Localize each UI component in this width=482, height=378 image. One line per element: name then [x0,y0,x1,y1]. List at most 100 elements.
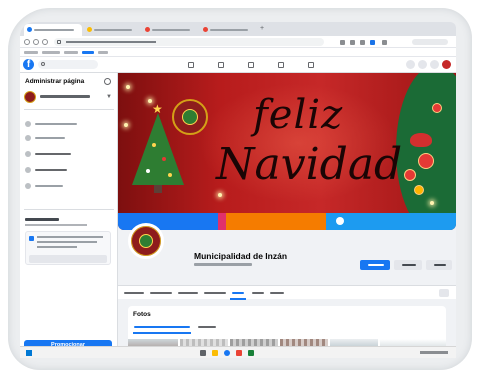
sidebar-item[interactable] [24,133,114,143]
more-options-button[interactable] [439,289,449,297]
bookmark-item[interactable] [98,51,108,54]
bookmark-item[interactable] [24,51,38,54]
facebook-header: f [20,57,456,73]
sidebar-item-icon [25,167,31,173]
bokeh-light [148,99,152,103]
start-icon[interactable] [26,350,32,356]
sidebar-item[interactable] [24,165,114,175]
button-label [434,264,446,266]
facebook-search-input[interactable] [38,60,98,69]
back-icon[interactable] [24,39,30,45]
page-tabs [118,285,456,300]
photos-subtab[interactable] [198,326,216,328]
forward-icon[interactable] [33,39,39,45]
tree-ornament [162,157,166,161]
monitor-screen: + f Administrar página ▼ Promocionar ★ f… [20,22,456,358]
card-action-button[interactable] [29,255,107,263]
photos-subtab-active[interactable] [134,326,190,328]
tab-label [152,29,190,31]
address-bar[interactable] [54,38,324,46]
page-tab[interactable] [178,292,198,294]
tree-ornament [168,173,172,177]
municipal-seal-center [182,109,198,125]
cover-greeting-line2: Navidad [216,139,403,190]
sidebar-item-label [35,123,77,125]
page-tab[interactable] [252,292,264,294]
secondary-action-button[interactable] [394,260,422,270]
browser-tab-facebook[interactable] [24,24,82,36]
gaming-icon[interactable] [308,62,314,68]
notifications-icon[interactable] [430,60,439,69]
facebook-logo-icon[interactable]: f [23,59,34,70]
divider [24,109,114,110]
page-tab[interactable] [124,292,144,294]
profile-button[interactable] [412,39,448,45]
sidebar-item[interactable] [24,149,114,159]
primary-action-button[interactable] [360,260,390,270]
extension-icon[interactable] [350,40,355,45]
extension-icon[interactable] [360,40,365,45]
facebook-favicon-icon [27,27,32,32]
tree-ornament [152,143,156,147]
page-tab[interactable] [204,292,226,294]
page-profile-picture[interactable] [128,223,164,259]
taskbar-clock [420,351,448,354]
sidebar-item[interactable] [24,119,114,129]
sidebar-section-subtitle [25,224,87,226]
taskbar-app-icon[interactable] [236,350,242,356]
page-tab-active[interactable] [232,292,244,294]
sidebar-page-switcher[interactable]: ▼ [24,90,114,104]
account-avatar[interactable] [442,60,451,69]
bokeh-light [218,193,222,197]
bookmark-item[interactable] [82,51,94,54]
bokeh-light [126,85,130,89]
tertiary-action-button[interactable] [426,260,452,270]
reload-icon[interactable] [42,39,48,45]
tab-label [34,29,74,31]
sidebar-section-title [25,218,59,221]
taskbar-app-icon[interactable] [224,350,230,356]
menu-icon[interactable] [406,60,415,69]
ornament-ball-icon [418,153,434,169]
tab-label [210,29,248,31]
browser-tab-4[interactable] [200,24,256,36]
os-taskbar [20,346,456,358]
extension-icon[interactable] [382,40,387,45]
sidebar-page-name [40,95,90,98]
marketplace-icon[interactable] [248,62,254,68]
new-tab-icon[interactable]: + [260,25,264,32]
button-label [368,264,384,266]
address-bar-url [66,41,156,43]
groups-icon[interactable] [278,62,284,68]
page-title: Municipalidad de Inzán [194,251,288,261]
photos-subtab-underline [133,332,191,334]
page-tab[interactable] [150,292,172,294]
tree-trunk [154,185,162,193]
sidebar-item[interactable] [24,181,114,191]
extension-icon[interactable] [370,40,375,45]
home-icon[interactable] [188,62,194,68]
ornament-ball-icon [432,103,442,113]
browser-tab-3[interactable] [142,24,198,36]
tab-favicon-icon [145,27,150,32]
taskbar-app-icon[interactable] [248,350,254,356]
extension-icon[interactable] [340,40,345,45]
sidebar-item-icon [25,183,31,189]
bokeh-light [124,123,128,127]
page-tab-more[interactable] [270,292,284,294]
card-text-line [37,236,103,238]
page-avatar [24,91,36,103]
social-instagram [226,213,326,230]
lock-icon [57,40,61,44]
settings-gear-icon[interactable] [104,78,111,85]
browser-tab-2[interactable] [84,24,140,36]
messenger-icon[interactable] [418,60,427,69]
bookmark-item[interactable] [64,51,78,54]
watch-icon[interactable] [218,62,224,68]
info-icon [29,236,34,241]
taskbar-app-icon[interactable] [200,350,206,356]
bookmark-item[interactable] [42,51,60,54]
cover-photo: ★ feliz Navidad [118,73,456,230]
cover-social-strip [118,213,456,230]
taskbar-app-icon[interactable] [212,350,218,356]
